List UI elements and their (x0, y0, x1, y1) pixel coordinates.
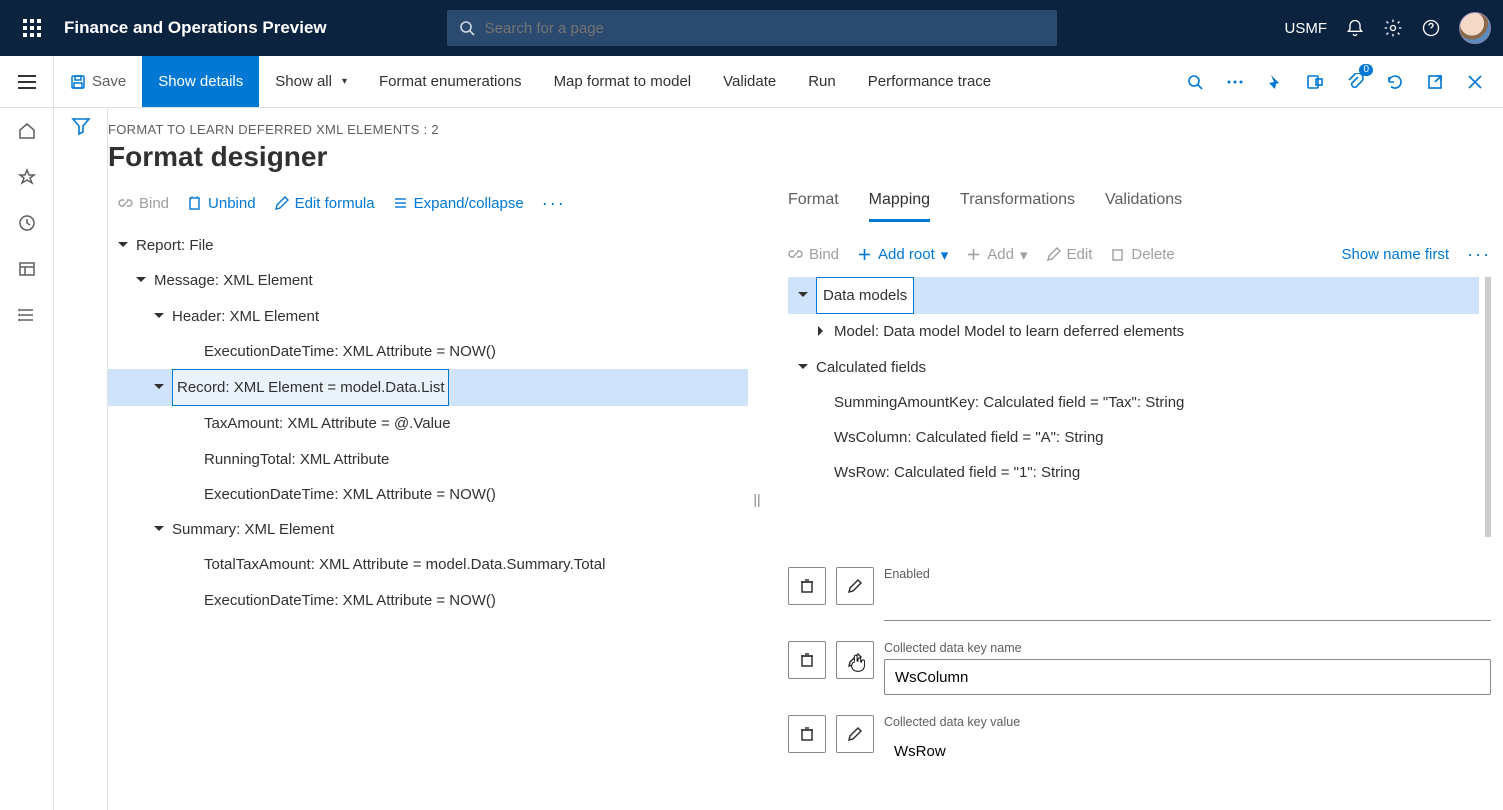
edit-formula-button[interactable]: Edit formula (274, 195, 375, 212)
tree-node-selected[interactable]: Data models (788, 277, 1479, 314)
user-avatar[interactable] (1459, 12, 1491, 44)
mapping-bind-button[interactable]: Bind (788, 246, 839, 263)
mapping-tree: Data models Model: Data model Model to l… (788, 277, 1479, 491)
attachments-icon[interactable]: 0 (1341, 68, 1369, 96)
mapping-toolbar: Bind Add root▾ Add▾ Edit Delete Show nam… (788, 230, 1491, 277)
unbind-button[interactable]: Unbind (187, 195, 256, 212)
recent-icon[interactable] (16, 212, 38, 234)
map-format-model-button[interactable]: Map format to model (538, 56, 708, 107)
tree-node[interactable]: Message: XML Element (108, 263, 748, 298)
prop-label-cdkn: Collected data key name (884, 641, 1491, 655)
settings-icon[interactable] (1383, 18, 1403, 38)
delete-property-button[interactable] (788, 641, 826, 679)
tree-node[interactable]: TaxAmount: XML Attribute = @.Value (108, 406, 748, 441)
refresh-icon[interactable] (1381, 68, 1409, 96)
column-splitter[interactable]: || (748, 187, 766, 810)
more-actions-icon[interactable] (1221, 68, 1249, 96)
tree-node[interactable]: WsColumn: Calculated field = "A": String (788, 420, 1479, 455)
filter-icon[interactable] (71, 116, 91, 139)
favorites-icon[interactable] (16, 166, 38, 188)
filter-rail (54, 108, 108, 810)
delete-button[interactable]: Delete (1110, 246, 1174, 263)
global-search[interactable] (447, 10, 1057, 46)
tree-node[interactable]: ExecutionDateTime: XML Attribute = NOW() (108, 477, 748, 512)
popout-icon[interactable] (1421, 68, 1449, 96)
company-picker[interactable]: USMF (1285, 20, 1328, 37)
search-input[interactable] (485, 20, 1045, 37)
nav-toggle[interactable] (0, 56, 54, 107)
tab-format[interactable]: Format (788, 187, 839, 222)
collected-data-key-value-input[interactable] (884, 733, 1491, 769)
tree-node[interactable]: Header: XML Element (108, 299, 748, 334)
tree-node-selected[interactable]: Record: XML Element = model.Data.List (108, 369, 748, 406)
bind-button[interactable]: Bind (118, 195, 169, 212)
help-icon[interactable] (1421, 18, 1441, 38)
performance-trace-button[interactable]: Performance trace (852, 56, 1007, 107)
delete-property-button[interactable] (788, 567, 826, 605)
edit-property-button[interactable] (836, 567, 874, 605)
edit-property-button[interactable] (836, 715, 874, 753)
office-icon[interactable] (1301, 68, 1329, 96)
breadcrumb: FORMAT TO LEARN DEFERRED XML ELEMENTS : … (108, 108, 1503, 137)
tree-node[interactable]: Model: Data model Model to learn deferre… (788, 314, 1479, 349)
nav-rail (0, 108, 54, 810)
more-format-actions[interactable]: ··· (542, 193, 566, 214)
search-icon (459, 20, 475, 36)
app-title: Finance and Operations Preview (64, 18, 327, 38)
add-root-button[interactable]: Add root▾ (857, 246, 948, 264)
app-launcher-icon[interactable] (12, 19, 52, 37)
validate-button[interactable]: Validate (707, 56, 792, 107)
tab-transformations[interactable]: Transformations (960, 187, 1075, 222)
tree-node[interactable]: SummingAmountKey: Calculated field = "Ta… (788, 385, 1479, 420)
run-button[interactable]: Run (792, 56, 852, 107)
tab-validations[interactable]: Validations (1105, 187, 1182, 222)
page-title: Format designer (108, 137, 1503, 187)
edit-property-button[interactable] (836, 641, 874, 679)
tree-node[interactable]: TotalTaxAmount: XML Attribute = model.Da… (108, 547, 748, 582)
add-button[interactable]: Add▾ (966, 246, 1027, 264)
search-page-icon[interactable] (1181, 68, 1209, 96)
prop-label-enabled: Enabled (884, 567, 1491, 581)
format-toolbar: Bind Unbind Edit formula Expand/collapse… (108, 187, 748, 228)
property-grid: Enabled Collected data key name (788, 537, 1491, 769)
format-enumerations-button[interactable]: Format enumerations (363, 56, 538, 107)
prop-label-cdkv: Collected data key value (884, 715, 1491, 729)
delete-property-button[interactable] (788, 715, 826, 753)
show-details-button[interactable]: Show details (142, 56, 259, 107)
chevron-down-icon: ▾ (1020, 246, 1028, 264)
tree-node[interactable]: ExecutionDateTime: XML Attribute = NOW() (108, 334, 748, 369)
pin-icon[interactable] (1261, 68, 1289, 96)
expand-collapse-button[interactable]: Expand/collapse (393, 195, 524, 212)
home-icon[interactable] (16, 120, 38, 142)
tree-node[interactable]: Report: File (108, 228, 748, 263)
edit-button[interactable]: Edit (1046, 246, 1093, 263)
more-mapping-actions[interactable]: ··· (1467, 244, 1491, 265)
command-bar: Save Show details Show all▾ Format enume… (0, 56, 1503, 108)
format-tree: Report: File Message: XML Element Header… (108, 228, 748, 618)
show-name-first-button[interactable]: Show name first (1341, 246, 1449, 263)
tree-node[interactable]: Summary: XML Element (108, 512, 748, 547)
tree-node[interactable]: Calculated fields (788, 350, 1479, 385)
enabled-input[interactable] (884, 585, 1491, 621)
save-button[interactable]: Save (54, 56, 142, 107)
right-tabs: Format Mapping Transformations Validatio… (788, 187, 1491, 230)
chevron-down-icon: ▾ (342, 76, 347, 87)
tab-mapping[interactable]: Mapping (869, 187, 930, 222)
collected-data-key-name-input[interactable] (884, 659, 1491, 695)
app-header: Finance and Operations Preview USMF (0, 0, 1503, 56)
chevron-down-icon: ▾ (941, 246, 949, 264)
workspaces-icon[interactable] (16, 258, 38, 280)
tree-node[interactable]: WsRow: Calculated field = "1": String (788, 455, 1479, 490)
tree-node[interactable]: RunningTotal: XML Attribute (108, 442, 748, 477)
close-icon[interactable] (1461, 68, 1489, 96)
modules-icon[interactable] (16, 304, 38, 326)
notification-icon[interactable] (1345, 18, 1365, 38)
show-all-button[interactable]: Show all▾ (259, 56, 363, 107)
tree-node[interactable]: ExecutionDateTime: XML Attribute = NOW() (108, 583, 748, 618)
